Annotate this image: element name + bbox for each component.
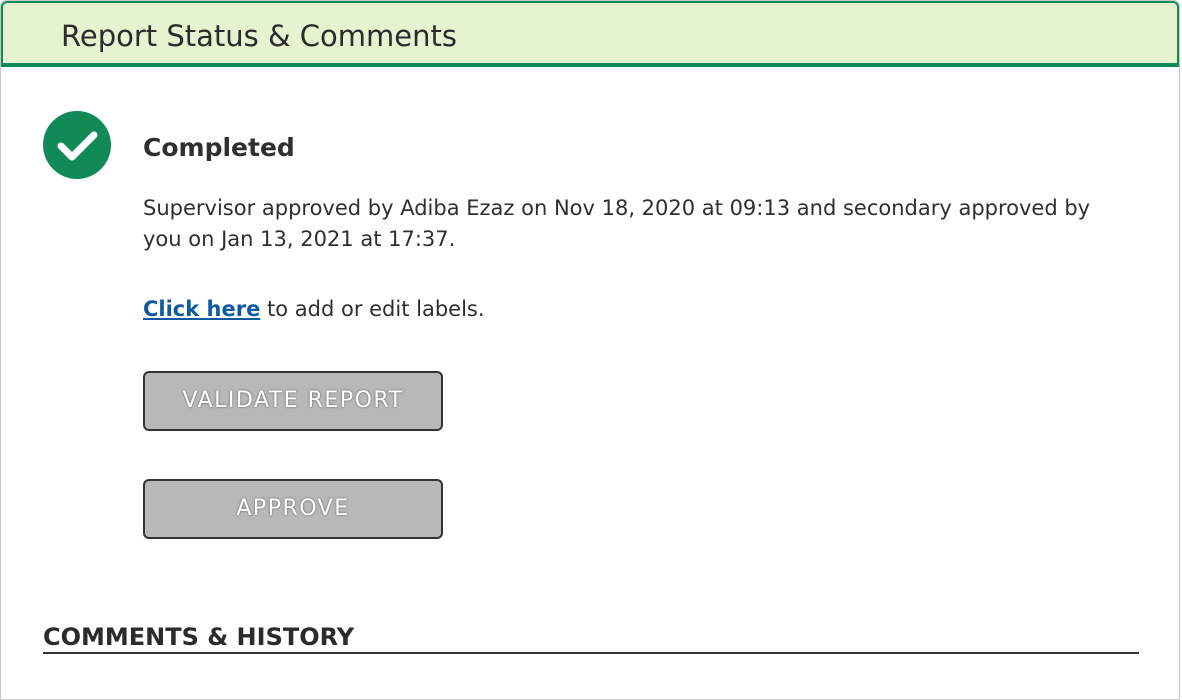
report-status-panel: Report Status & Comments Completed Super… [0,0,1180,700]
edit-labels-link[interactable]: Click here [143,297,260,321]
validate-report-button[interactable]: VALIDATE REPORT [143,371,443,431]
panel-header: Report Status & Comments [1,1,1179,67]
panel-title: Report Status & Comments [61,19,458,53]
approve-button[interactable]: APPROVE [143,479,443,539]
approval-details: Supervisor approved by Adiba Ezaz on Nov… [143,196,1091,251]
check-circle-icon [43,111,111,179]
comments-history-heading: COMMENTS & HISTORY [43,623,355,651]
labels-instruction: Click here to add or edit labels. [143,297,485,321]
status-label: Completed [143,133,295,162]
labels-instruction-text: to add or edit labels. [260,297,485,321]
